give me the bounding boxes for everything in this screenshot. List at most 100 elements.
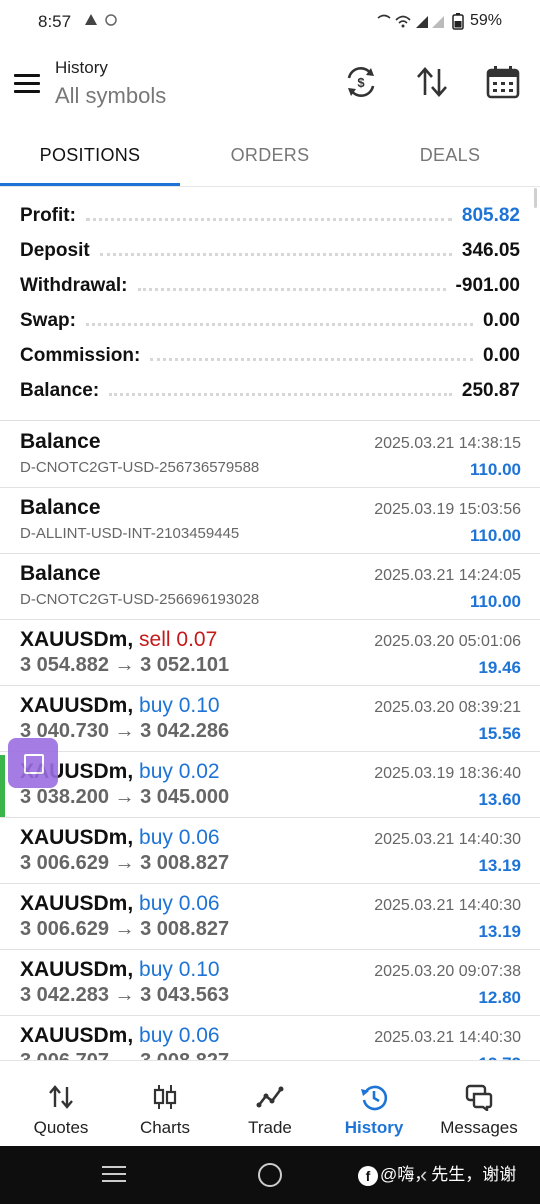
tab-positions[interactable]: POSITIONS <box>0 130 180 182</box>
floating-window-button[interactable] <box>8 738 58 788</box>
tab-deals[interactable]: DEALS <box>360 130 540 182</box>
entry-amount: 110.00 <box>469 460 521 479</box>
entry-action: buy 0.06 <box>139 826 220 849</box>
menu-icon[interactable] <box>14 74 40 94</box>
history-trade-entry[interactable]: XAUUSDm, buy 0.06 3 006.629 → 3 008.827 … <box>0 817 540 884</box>
entry-prices: 3 006.629 → 3 008.827 <box>20 918 230 940</box>
app-header: History All symbols $ <box>0 50 540 122</box>
entry-date: 2025.03.19 18:36:40 <box>374 765 521 782</box>
entry-amount: 13.19 <box>478 856 521 875</box>
entry-amount: 12.80 <box>478 988 521 1007</box>
entry-separator: , <box>127 694 134 717</box>
calendar-icon[interactable] <box>485 64 521 100</box>
history-trade-entry[interactable]: XAUUSDm, buy 0.10 3 042.283 → 3 043.563 … <box>0 949 540 1016</box>
window-icon <box>24 754 44 774</box>
nav-history[interactable]: History <box>320 1061 428 1147</box>
history-trade-entry[interactable]: XAUUSDm, buy 0.06 3 006.629 → 3 008.827 … <box>0 883 540 950</box>
tab-divider <box>0 186 540 187</box>
entry-symbol: XAUUSDm <box>20 694 128 717</box>
summary-value: 805.82 <box>461 205 520 226</box>
signal-wifi-icon <box>377 14 444 28</box>
entry-title: Balance <box>20 430 101 453</box>
history-tabs: POSITIONS ORDERS DEALS <box>0 130 540 186</box>
entry-action: buy 0.02 <box>139 760 220 783</box>
summary-value: -901.00 <box>455 275 520 296</box>
summary-value: 0.00 <box>483 345 520 366</box>
summary-label: Swap: <box>20 310 76 331</box>
entry-date: 2025.03.20 05:01:06 <box>374 633 521 650</box>
entry-date: 2025.03.20 09:07:38 <box>374 963 521 980</box>
entry-title: XAUUSDm, buy 0.06 <box>20 1024 220 1048</box>
entry-separator: , <box>127 1024 134 1047</box>
entry-symbol: XAUUSDm <box>20 628 128 651</box>
entry-action: buy 0.10 <box>139 694 220 717</box>
leader-dots <box>150 357 474 361</box>
entry-date: 2025.03.21 14:40:30 <box>374 1029 521 1046</box>
nav-charts[interactable]: Charts <box>111 1061 219 1147</box>
entry-amount: 110.00 <box>469 526 521 545</box>
history-balance-entry[interactable]: Balance D-ALLINT-USD-INT-2103459445 2025… <box>0 487 540 554</box>
entry-separator: , <box>127 958 134 981</box>
status-right: 59% <box>376 12 502 30</box>
edge-indicator <box>0 755 5 817</box>
entry-separator: , <box>127 826 134 849</box>
scrollbar[interactable] <box>534 188 537 208</box>
entry-title: XAUUSDm, buy 0.06 <box>20 892 220 916</box>
entry-amount: 19.46 <box>478 658 521 677</box>
entry-symbol: XAUUSDm <box>20 826 128 849</box>
entry-symbol: XAUUSDm <box>20 1024 128 1047</box>
entry-date: 2025.03.20 08:39:21 <box>374 699 521 716</box>
entry-date: 2025.03.21 14:24:05 <box>374 567 521 584</box>
entry-action: buy 0.06 <box>139 892 220 915</box>
svg-text:$: $ <box>357 75 365 90</box>
currency-exchange-icon[interactable]: $ <box>343 64 379 100</box>
entry-action: buy 0.06 <box>139 1024 220 1047</box>
history-icon <box>361 1085 388 1111</box>
entry-comment: D-CNOTC2GT-USD-256696193028 <box>20 591 260 608</box>
entry-separator: , <box>127 892 134 915</box>
nav-label: Charts <box>139 1118 191 1137</box>
entry-title: Balance <box>20 496 101 519</box>
watermark-logo-icon: f <box>358 1165 378 1186</box>
battery-level: 59% <box>469 12 502 29</box>
entry-symbol: XAUUSDm <box>20 892 128 915</box>
battery-icon <box>452 13 464 30</box>
summary-value: 250.87 <box>461 380 520 401</box>
messages-icon <box>465 1084 493 1111</box>
history-balance-entry[interactable]: Balance D-CNOTC2GT-USD-256696193028 2025… <box>0 553 540 620</box>
entry-amount: 15.56 <box>478 724 521 743</box>
history-trade-entry[interactable]: XAUUSDm, buy 0.10 3 040.730 → 3 042.286 … <box>0 685 540 752</box>
history-trade-entry[interactable]: XAUUSDm, sell 0.07 3 054.882 → 3 052.101… <box>0 619 540 686</box>
entry-prices: 3 054.882 → 3 052.101 <box>20 654 230 676</box>
entry-title: Balance <box>20 562 101 585</box>
entry-comment: D-CNOTC2GT-USD-256736579588 <box>20 459 260 476</box>
symbol-filter[interactable]: All symbols <box>55 83 166 109</box>
summary-value: 346.05 <box>461 240 520 261</box>
nav-trade[interactable]: Trade <box>216 1061 324 1147</box>
watermark: f @嗨，先生，谢谢 <box>358 1160 516 1186</box>
summary-label: Balance: <box>20 380 100 401</box>
summary-label: Profit: <box>20 205 76 226</box>
tab-orders[interactable]: ORDERS <box>180 130 360 182</box>
nav-quotes[interactable]: Quotes <box>7 1061 115 1147</box>
sort-icon[interactable] <box>414 64 450 100</box>
summary-profit: Profit: 805.82 <box>20 201 520 231</box>
entry-separator: , <box>127 760 134 783</box>
watermark-text: @嗨，先生，谢谢 <box>380 1165 517 1184</box>
summary-balance: Balance: 250.87 <box>20 376 520 406</box>
home-icon[interactable] <box>258 1163 282 1187</box>
summary-value: 0.00 <box>483 310 520 331</box>
summary-label: Withdrawal: <box>20 275 128 296</box>
recent-apps-icon[interactable] <box>102 1166 126 1184</box>
summary-label: Deposit <box>20 240 90 261</box>
entry-title: XAUUSDm, sell 0.07 <box>20 628 217 652</box>
leader-dots <box>99 252 452 256</box>
nav-label: Quotes <box>33 1118 89 1137</box>
nav-messages[interactable]: Messages <box>425 1061 533 1147</box>
entry-date: 2025.03.19 15:03:56 <box>374 501 521 518</box>
summary-deposit: Deposit 346.05 <box>20 236 520 266</box>
history-balance-entry[interactable]: Balance D-CNOTC2GT-USD-256736579588 2025… <box>0 421 540 488</box>
alert-icon <box>85 14 117 26</box>
history-trade-entry[interactable]: XAUUSDm, buy 0.02 3 038.200 → 3 045.000 … <box>0 751 540 818</box>
bottom-navigation: Quotes Charts Trade History Messages <box>0 1060 540 1147</box>
